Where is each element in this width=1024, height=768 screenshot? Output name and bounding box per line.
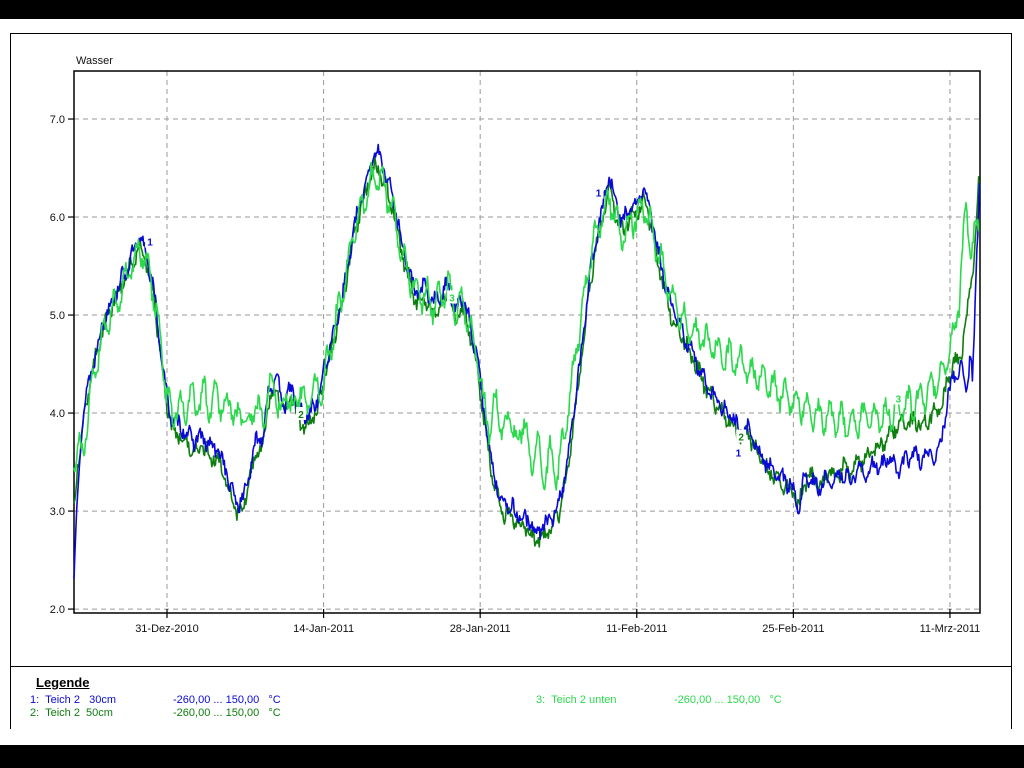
legend-title: Legende <box>36 675 89 690</box>
legend-entry-2-label: 2: Teich 2 50cm <box>30 707 113 719</box>
x-tick-label: 14-Jan-2011 <box>293 623 354 635</box>
y-tick-label: 7.0 <box>50 114 65 126</box>
legend-entry-2-range: -260,00 ... 150,00 °C <box>173 707 281 719</box>
legend-entry-1-range: -260,00 ... 150,00 °C <box>173 694 281 706</box>
x-tick-label: 25-Feb-2011 <box>762 623 824 635</box>
curve-label-2: 2 <box>738 433 744 444</box>
y-tick-label: 5.0 <box>50 310 65 322</box>
bottom-black-bar <box>0 745 1024 768</box>
temperature-line-chart: 2.0 3.0 4.0 5.0 6.0 7.0 31-Dez-2010 14-Jan-2011… <box>11 34 1011 666</box>
y-tick-label: 3.0 <box>50 506 65 518</box>
y-tick-label: 2.0 <box>50 604 65 616</box>
x-tick-label: 31-Dez-2010 <box>135 623 199 635</box>
legend-entry-1-label: 1: Teich 2 30cm <box>30 694 116 706</box>
y-tick-label: 6.0 <box>50 212 65 224</box>
x-tick-label: 11-Feb-2011 <box>606 623 667 635</box>
curve-label-1: 1 <box>736 448 742 459</box>
chart-container: Wasser 2.0 3.0 4.0 5.0 6.0 7.0 31-Dez-2010 14-J… <box>10 33 1012 729</box>
x-tick-label: 28-Jan-2011 <box>450 623 511 635</box>
series-line-1 <box>74 145 980 579</box>
legend-entry-3-range: -260,00 ... 150,00 °C <box>674 694 782 706</box>
plot-area: Wasser 2.0 3.0 4.0 5.0 6.0 7.0 31-Dez-2010 14-J… <box>11 34 1011 666</box>
top-black-bar <box>0 0 1024 19</box>
legend-entry-3-label: 3: Teich 2 unten <box>536 694 617 706</box>
curve-label-2: 2 <box>298 410 304 421</box>
curve-label-1: 1 <box>147 238 153 249</box>
legend-panel: Legende 1: Teich 2 30cm -260,00 ... 150,… <box>11 666 1011 729</box>
chart-title: Wasser <box>76 55 113 67</box>
curve-label-3: 3 <box>896 394 902 405</box>
curve-label-3: 3 <box>449 293 455 304</box>
app-screen: Wasser 2.0 3.0 4.0 5.0 6.0 7.0 31-Dez-2010 14-J… <box>0 0 1024 768</box>
report-page: Wasser 2.0 3.0 4.0 5.0 6.0 7.0 31-Dez-2010 14-J… <box>0 19 1024 745</box>
x-tick-label: 11-Mrz-2011 <box>920 623 981 635</box>
series-line-2 <box>74 157 979 547</box>
y-tick-label: 4.0 <box>50 408 65 420</box>
curve-label-1: 1 <box>596 189 602 200</box>
